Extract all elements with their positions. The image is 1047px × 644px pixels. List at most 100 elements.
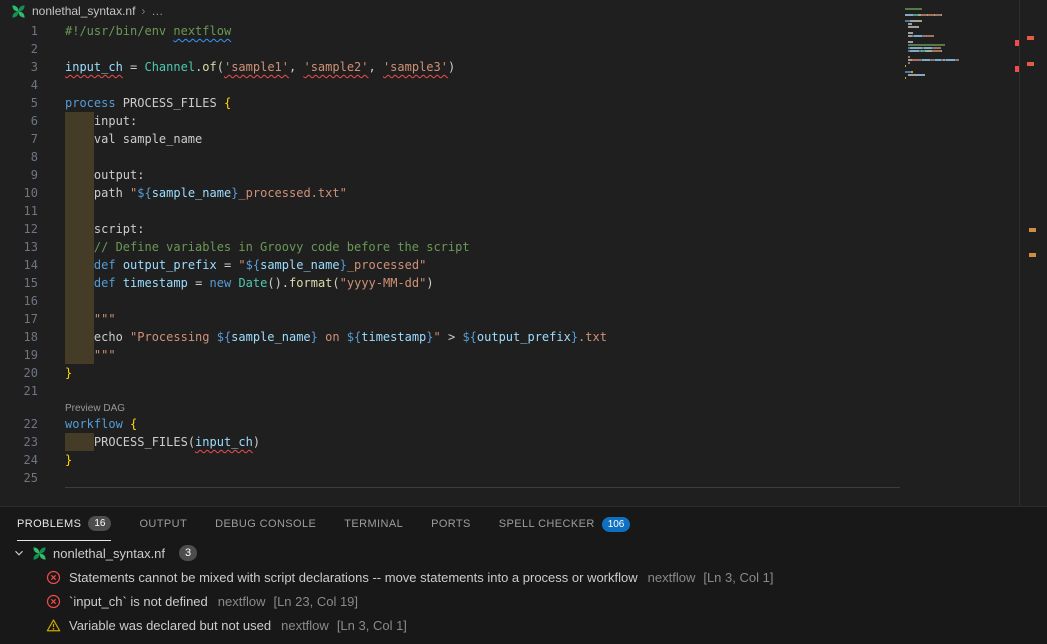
code-line[interactable]: 5 process PROCESS_FILES { — [0, 94, 1047, 112]
breadcrumb-file[interactable]: nonlethal_syntax.nf — [32, 4, 135, 18]
breadcrumb[interactable]: nonlethal_syntax.nf › … — [0, 0, 1047, 22]
problems-count-badge: 3 — [179, 545, 197, 561]
code-line[interactable]: 15 def timestamp = new Date().format("yyy… — [0, 274, 1047, 292]
panel-tabs: PROBLEMS16 OUTPUT DEBUG CONSOLE TERMINAL POR… — [0, 507, 1047, 541]
panel-tab-problems[interactable]: PROBLEMS16 — [17, 507, 111, 541]
code-line[interactable]: 6 input: — [0, 112, 1047, 130]
code-token — [116, 258, 123, 272]
line-number[interactable]: 5 — [0, 94, 38, 112]
line-number[interactable]: 19 — [0, 346, 38, 364]
problem-location: [Ln 3, Col 1] — [337, 618, 407, 633]
code-text[interactable]: workflow { — [65, 415, 137, 433]
problem-location: [Ln 23, Col 19] — [273, 594, 358, 609]
code-text[interactable]: output: — [65, 166, 144, 184]
line-number[interactable]: 10 — [0, 184, 38, 202]
problem-row[interactable]: Variable was declared but not usednextfl… — [0, 613, 1047, 637]
code-text[interactable]: process PROCESS_FILES { — [65, 94, 231, 112]
line-number[interactable]: 2 — [0, 40, 38, 58]
code-line[interactable]: 18 echo "Processing ${sample_name} on ${t… — [0, 328, 1047, 346]
editor-right-edge — [1019, 0, 1020, 506]
line-number[interactable]: 12 — [0, 220, 38, 238]
code-token: PROCESS_FILES — [94, 435, 188, 449]
line-number[interactable]: 15 — [0, 274, 38, 292]
code-text[interactable] — [65, 292, 94, 310]
code-text[interactable] — [65, 148, 94, 166]
line-number[interactable]: 9 — [0, 166, 38, 184]
line-number[interactable]: 21 — [0, 382, 38, 400]
line-number[interactable]: 8 — [0, 148, 38, 166]
code-line[interactable]: 25 — [0, 469, 1047, 487]
code-token: script: — [94, 222, 145, 236]
code-line[interactable]: 9 output: — [0, 166, 1047, 184]
code-line[interactable]: 22 workflow { — [0, 415, 1047, 433]
line-number[interactable]: 17 — [0, 310, 38, 328]
code-text[interactable]: echo "Processing ${sample_name} on ${tim… — [65, 328, 607, 346]
panel-tab-debug-console[interactable]: DEBUG CONSOLE — [215, 507, 316, 541]
line-number[interactable]: 16 — [0, 292, 38, 310]
code-line[interactable]: 1 #!/usr/bin/env nextflow — [0, 22, 1047, 40]
panel-tab-output[interactable]: OUTPUT — [139, 507, 187, 541]
line-number[interactable]: 11 — [0, 202, 38, 220]
minimap-line — [905, 32, 1017, 34]
code-line[interactable]: 17 """ — [0, 310, 1047, 328]
chevron-down-icon[interactable] — [12, 546, 26, 560]
line-number[interactable]: 25 — [0, 469, 38, 487]
line-number[interactable]: 20 — [0, 364, 38, 382]
problem-row[interactable]: Statements cannot be mixed with script d… — [0, 565, 1047, 589]
minimap-line — [905, 11, 1017, 13]
code-line[interactable]: 24} — [0, 451, 1047, 469]
panel-tab-spell-checker[interactable]: SPELL CHECKER106 — [499, 507, 631, 541]
line-number[interactable]: 1 — [0, 22, 38, 40]
code-text[interactable]: """ — [65, 346, 116, 364]
line-number[interactable]: 14 — [0, 256, 38, 274]
breadcrumb-more[interactable]: … — [151, 4, 163, 18]
line-number[interactable]: 22 — [0, 415, 38, 433]
code-text[interactable]: input: — [65, 112, 137, 130]
line-number[interactable]: 23 — [0, 433, 38, 451]
code-line[interactable]: 2 — [0, 40, 1047, 58]
code-token: """ — [94, 312, 116, 326]
code-line[interactable]: 7 val sample_name — [0, 130, 1047, 148]
code-text[interactable]: def timestamp = new Date().format("yyyy-… — [65, 274, 434, 292]
code-text[interactable]: } — [65, 364, 72, 382]
problems-file-group[interactable]: nonlethal_syntax.nf 3 — [0, 541, 1047, 565]
code-line[interactable]: 8 — [0, 148, 1047, 166]
line-number[interactable]: 4 — [0, 76, 38, 94]
code-line[interactable]: 14 def output_prefix = "${sample_name}_pr… — [0, 256, 1047, 274]
line-number[interactable]: 13 — [0, 238, 38, 256]
code-text[interactable]: val sample_name — [65, 130, 202, 148]
code-line[interactable]: 19 """ — [0, 346, 1047, 364]
panel-tab-ports[interactable]: PORTS — [431, 507, 471, 541]
code-text[interactable]: path "${sample_name}_processed.txt" — [65, 184, 347, 202]
codelens-preview-dag[interactable]: Preview DAG — [65, 403, 125, 414]
minimap[interactable] — [905, 8, 1017, 80]
code-text[interactable]: PROCESS_FILES(input_ch) — [65, 433, 260, 451]
code-token: format — [289, 276, 332, 290]
problem-row[interactable]: `input_ch` is not definednextflow[Ln 23,… — [0, 589, 1047, 613]
code-line[interactable]: 10 path "${sample_name}_processed.txt" — [0, 184, 1047, 202]
code-text[interactable]: } — [65, 451, 72, 469]
line-number[interactable]: 6 — [0, 112, 38, 130]
code-line[interactable]: 21 — [0, 382, 1047, 400]
code-line[interactable]: 3 input_ch = Channel.of('sample1', 'sampl… — [0, 58, 1047, 76]
code-text[interactable]: def output_prefix = "${sample_name}_proc… — [65, 256, 426, 274]
code-line[interactable]: 12 script: — [0, 220, 1047, 238]
code-line[interactable]: 16 — [0, 292, 1047, 310]
code-line[interactable]: 11 — [0, 202, 1047, 220]
line-number[interactable]: 24 — [0, 451, 38, 469]
code-text[interactable]: #!/usr/bin/env nextflow — [65, 22, 231, 40]
code-line[interactable]: 4 — [0, 76, 1047, 94]
line-number[interactable]: 3 — [0, 58, 38, 76]
code-text[interactable] — [65, 202, 94, 220]
code-line[interactable]: 20} — [0, 364, 1047, 382]
panel-tab-terminal[interactable]: TERMINAL — [344, 507, 403, 541]
code-text[interactable]: """ — [65, 310, 116, 328]
code-line[interactable]: 23 PROCESS_FILES(input_ch) — [0, 433, 1047, 451]
code-line[interactable]: 13 // Define variables in Groovy code bef… — [0, 238, 1047, 256]
code-text[interactable]: script: — [65, 220, 144, 238]
code-text[interactable]: input_ch = Channel.of('sample1', 'sample… — [65, 58, 455, 76]
line-number[interactable]: 7 — [0, 130, 38, 148]
code-token: #!/usr/bin/env — [65, 24, 173, 38]
code-text[interactable]: // Define variables in Groovy code befor… — [65, 238, 470, 256]
line-number[interactable]: 18 — [0, 328, 38, 346]
